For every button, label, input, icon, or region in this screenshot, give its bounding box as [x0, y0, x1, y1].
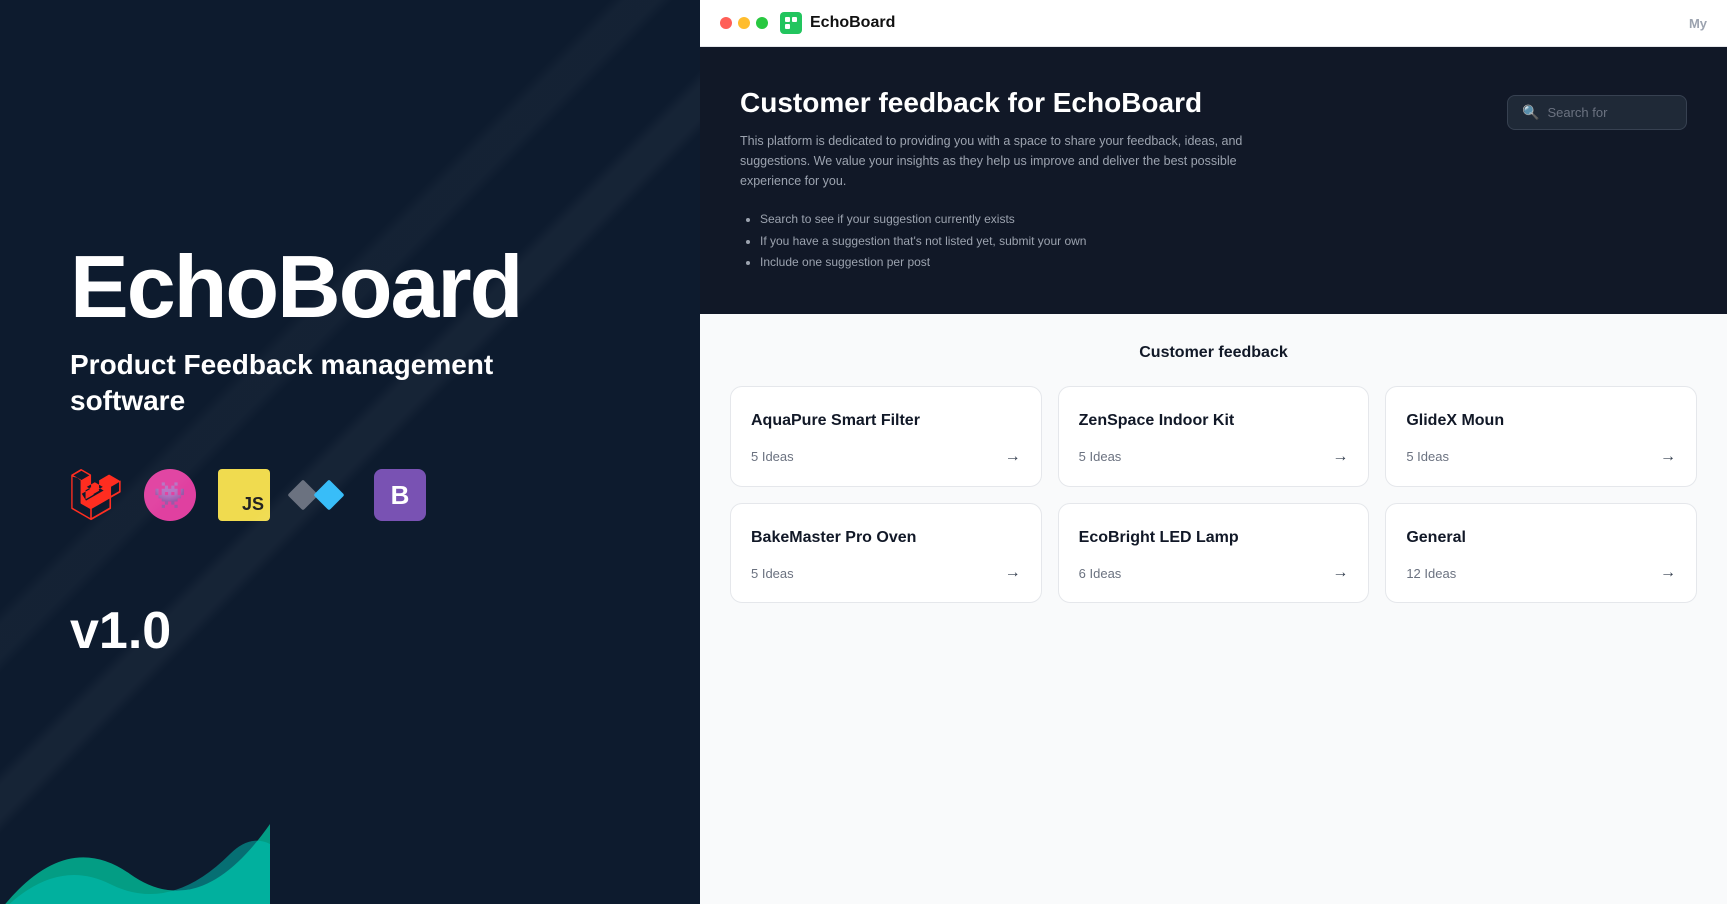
minimize-dot[interactable]: [738, 17, 750, 29]
card-arrow-3: →: [1005, 564, 1021, 582]
wave-decoration: [0, 724, 270, 904]
feedback-card-5[interactable]: General 12 Ideas →: [1385, 503, 1697, 604]
main-content: Customer feedback AquaPure Smart Filter …: [700, 314, 1727, 904]
card-footer-5: 12 Ideas →: [1406, 564, 1676, 582]
bullet-1: Search to see if your suggestion current…: [760, 209, 1467, 231]
feedback-card-3[interactable]: BakeMaster Pro Oven 5 Ideas →: [730, 503, 1042, 604]
card-title-5: General: [1406, 528, 1676, 549]
feedback-card-1[interactable]: ZenSpace Indoor Kit 5 Ideas →: [1058, 386, 1370, 487]
section-title: Customer feedback: [730, 344, 1697, 362]
browser-chrome: EchoBoard My: [700, 0, 1727, 47]
search-icon: 🔍: [1522, 104, 1539, 121]
card-footer-1: 5 Ideas →: [1079, 448, 1349, 466]
browser-dots: [720, 17, 768, 29]
javascript-icon: JS: [218, 469, 270, 521]
hero-section: Customer feedback for EchoBoard This pla…: [700, 47, 1727, 314]
card-arrow-1: →: [1332, 448, 1348, 466]
card-footer-3: 5 Ideas →: [751, 564, 1021, 582]
card-footer-4: 6 Ideas →: [1079, 564, 1349, 582]
card-arrow-0: →: [1005, 448, 1021, 466]
feedback-card-4[interactable]: EcoBright LED Lamp 6 Ideas →: [1058, 503, 1370, 604]
card-footer-2: 5 Ideas →: [1406, 448, 1676, 466]
search-placeholder: Search for: [1547, 105, 1607, 120]
app-name: EchoBoard: [810, 14, 895, 32]
right-panel: EchoBoard My Customer feedback for EchoB…: [700, 0, 1727, 904]
feedback-grid: AquaPure Smart Filter 5 Ideas → ZenSpace…: [730, 386, 1697, 604]
laravel-icon: [70, 469, 122, 521]
app-logo: EchoBoard: [780, 12, 895, 34]
card-footer-0: 5 Ideas →: [751, 448, 1021, 466]
hero-title: Customer feedback for EchoBoard: [740, 87, 1467, 119]
card-ideas-2: 5 Ideas: [1406, 449, 1449, 464]
search-box[interactable]: 🔍 Search for: [1507, 95, 1687, 130]
hero-content: Customer feedback for EchoBoard This pla…: [740, 87, 1467, 274]
card-ideas-0: 5 Ideas: [751, 449, 794, 464]
card-arrow-5: →: [1660, 564, 1676, 582]
logo-icon: [780, 12, 802, 34]
feedback-card-0[interactable]: AquaPure Smart Filter 5 Ideas →: [730, 386, 1042, 487]
tech-icons-row: 👾 JS B: [70, 469, 640, 521]
close-dot[interactable]: [720, 17, 732, 29]
card-title-2: GlideX Moun: [1406, 411, 1676, 432]
card-ideas-4: 6 Ideas: [1079, 566, 1122, 581]
bullet-3: Include one suggestion per post: [760, 252, 1467, 274]
card-arrow-2: →: [1660, 448, 1676, 466]
card-ideas-1: 5 Ideas: [1079, 449, 1122, 464]
maximize-dot[interactable]: [756, 17, 768, 29]
version-badge: v1.0: [70, 601, 640, 661]
brand-subtitle: Product Feedback management software: [70, 347, 550, 420]
card-title-4: EcoBright LED Lamp: [1079, 528, 1349, 549]
card-arrow-4: →: [1332, 564, 1348, 582]
left-panel: EchoBoard Product Feedback management so…: [0, 0, 700, 904]
browser-nav: My: [1689, 16, 1707, 31]
hero-bullets: Search to see if your suggestion current…: [740, 209, 1467, 274]
card-title-1: ZenSpace Indoor Kit: [1079, 411, 1349, 432]
bootstrap-icon: B: [374, 469, 426, 521]
card-title-0: AquaPure Smart Filter: [751, 411, 1021, 432]
feedback-card-2[interactable]: GlideX Moun 5 Ideas →: [1385, 386, 1697, 487]
ghost-icon: 👾: [144, 469, 196, 521]
card-title-3: BakeMaster Pro Oven: [751, 528, 1021, 549]
bullet-2: If you have a suggestion that's not list…: [760, 231, 1467, 253]
card-ideas-3: 5 Ideas: [751, 566, 794, 581]
card-ideas-5: 12 Ideas: [1406, 566, 1456, 581]
hero-description: This platform is dedicated to providing …: [740, 131, 1260, 191]
alpinejs-icon: [292, 469, 352, 521]
brand-title: EchoBoard: [70, 243, 640, 331]
